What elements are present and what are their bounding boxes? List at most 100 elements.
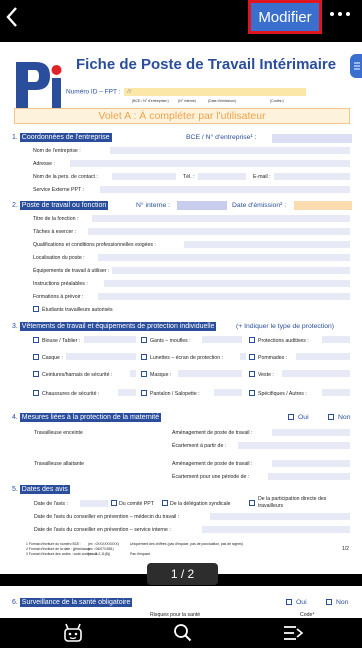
document-page-2[interactable]: 6. Surveillance de la santé obligatoire … bbox=[0, 586, 362, 618]
top-bar: Modifier bbox=[0, 0, 362, 36]
instructions-field[interactable] bbox=[104, 280, 350, 287]
footnote-2: 2 Format d'écriture de la date : jj/mm/a… bbox=[26, 547, 90, 551]
bce-field[interactable] bbox=[272, 134, 352, 143]
auditives-checkbox[interactable] bbox=[249, 337, 255, 343]
label-service: Date de l'avis du conseiller en préventi… bbox=[34, 527, 171, 533]
surveillance-oui-checkbox[interactable] bbox=[286, 599, 292, 605]
ecartement-partir-field[interactable] bbox=[238, 442, 350, 449]
veste-field[interactable] bbox=[282, 370, 350, 377]
label-nom-entreprise: Nom de l'entreprise : bbox=[33, 148, 81, 154]
masque-field[interactable] bbox=[178, 370, 242, 377]
label-qualifications: Qualifications et conditions professionn… bbox=[33, 242, 156, 248]
label-ceintures: Ceintures/harnais de sécurité : bbox=[42, 372, 113, 378]
label-allaitante: Travailleuse allaitante bbox=[34, 461, 84, 467]
more-dots-icon[interactable] bbox=[328, 4, 352, 30]
maternite-non-checkbox[interactable] bbox=[328, 414, 334, 420]
gants-field[interactable] bbox=[202, 336, 242, 343]
localisation-field[interactable] bbox=[98, 254, 350, 261]
section-3-header: 3. Vêtements de travail et équipements d… bbox=[12, 322, 217, 331]
label-medecin: Date de l'avis du conseiller en préventi… bbox=[34, 514, 180, 520]
label-gants: Gants – moufles : bbox=[150, 338, 191, 344]
chaussures-checkbox[interactable] bbox=[33, 390, 39, 396]
amenagement-2-field[interactable] bbox=[272, 460, 350, 467]
pommades-checkbox[interactable] bbox=[249, 354, 255, 360]
modify-button[interactable]: Modifier bbox=[248, 0, 322, 34]
label-equipements: Équipements de travail à utiliser : bbox=[33, 268, 110, 274]
formations-field[interactable] bbox=[98, 293, 350, 300]
label-enceinte: Travailleuse enceinte bbox=[34, 430, 83, 436]
contact-field[interactable] bbox=[112, 173, 176, 180]
lunettes-checkbox[interactable] bbox=[141, 354, 147, 360]
etudiants-checkbox[interactable] bbox=[33, 306, 39, 312]
blouse-checkbox[interactable] bbox=[33, 337, 39, 343]
date-emission-field[interactable] bbox=[294, 201, 352, 210]
date-avis-field[interactable] bbox=[80, 500, 108, 507]
qualifications-field[interactable] bbox=[184, 241, 350, 248]
medecin-field[interactable] bbox=[210, 513, 350, 520]
maternite-oui-checkbox[interactable] bbox=[288, 414, 294, 420]
blouse-field[interactable] bbox=[84, 336, 136, 343]
numero-id-field[interactable]: /// bbox=[124, 88, 307, 96]
label-directe: De la participation directe des travaill… bbox=[258, 496, 327, 509]
maternite-oui-label: Oui bbox=[298, 414, 309, 421]
bce-label: BCE / N° d'entreprise¹ : bbox=[186, 134, 257, 141]
label-adresse: Adresse : bbox=[33, 161, 55, 167]
gants-checkbox[interactable] bbox=[141, 337, 147, 343]
micro-label-date: (Date d'émission²) bbox=[208, 99, 237, 103]
menu-list-icon[interactable] bbox=[282, 623, 304, 643]
robot-icon[interactable] bbox=[62, 623, 84, 643]
ceintures-field[interactable] bbox=[130, 370, 136, 377]
label-casque: Casque : bbox=[42, 355, 63, 361]
document-page[interactable]: Fiche de Poste de Travail Intérimaire Nu… bbox=[0, 42, 362, 574]
titre-fonction-field[interactable] bbox=[92, 215, 350, 222]
equipements-field[interactable] bbox=[112, 267, 350, 274]
section-4-header: 4. Mesures liées à la protection de la m… bbox=[12, 413, 162, 422]
casque-field[interactable] bbox=[66, 353, 136, 360]
surveillance-non-label: Non bbox=[336, 599, 349, 606]
surveillance-non-checkbox[interactable] bbox=[326, 599, 332, 605]
surveillance-oui-label: Oui bbox=[296, 599, 307, 606]
chevron-left-icon[interactable] bbox=[4, 4, 28, 30]
ecartement-periode-field[interactable] bbox=[268, 473, 350, 480]
delegation-checkbox[interactable] bbox=[162, 500, 168, 506]
search-icon[interactable] bbox=[172, 623, 194, 643]
label-ecartement-partir: Écartement à partir de : bbox=[172, 443, 227, 449]
label-masque: Masque : bbox=[150, 372, 172, 378]
label-auditives: Protections auditives : bbox=[258, 338, 309, 344]
adresse-field[interactable] bbox=[70, 160, 350, 167]
page-number: 1/2 bbox=[342, 546, 349, 552]
auditives-field[interactable] bbox=[322, 336, 350, 343]
lunettes-field[interactable] bbox=[240, 353, 246, 360]
pommades-field[interactable] bbox=[296, 353, 350, 360]
label-blouse: Blouse / Tablier : bbox=[42, 338, 81, 344]
casque-checkbox[interactable] bbox=[33, 354, 39, 360]
cppt-checkbox[interactable] bbox=[111, 500, 117, 506]
footnote-1-note: Uniquement des chiffres (pas d'espace, p… bbox=[130, 542, 243, 546]
veste-checkbox[interactable] bbox=[249, 371, 255, 377]
tel-field[interactable] bbox=[198, 173, 246, 180]
pantalon-checkbox[interactable] bbox=[141, 390, 147, 396]
email-field[interactable] bbox=[274, 173, 350, 180]
amenagement-1-field[interactable] bbox=[272, 429, 350, 436]
interne-field[interactable] bbox=[177, 201, 227, 210]
nom-entreprise-field[interactable] bbox=[110, 147, 350, 154]
specifiques-field[interactable] bbox=[322, 389, 350, 396]
masque-checkbox[interactable] bbox=[141, 371, 147, 377]
label-pantalon: Pantalon / Salopette : bbox=[150, 391, 200, 397]
interne-label: N° interne : bbox=[136, 202, 171, 209]
directe-checkbox[interactable] bbox=[249, 500, 255, 506]
micro-label-interne: (N° interne) bbox=[178, 99, 196, 103]
label-localisation: Localisation du poste : bbox=[33, 255, 85, 261]
micro-label-bce: (BCE / N° d'entreprise¹) bbox=[132, 99, 169, 103]
specifiques-checkbox[interactable] bbox=[249, 390, 255, 396]
chaussures-field[interactable] bbox=[118, 389, 136, 396]
service-externe-field[interactable] bbox=[100, 186, 350, 193]
ceintures-checkbox[interactable] bbox=[33, 371, 39, 377]
footnote-3: 3 Format d'écriture des codes : code,cod… bbox=[26, 552, 98, 556]
footnote-3-example: (ex : 1,2,11(8)) bbox=[88, 552, 110, 556]
label-veste: Veste : bbox=[258, 372, 274, 378]
service-field[interactable] bbox=[202, 526, 350, 533]
taches-field[interactable] bbox=[88, 228, 350, 235]
pantalon-field[interactable] bbox=[214, 389, 242, 396]
side-menu-tab[interactable] bbox=[350, 54, 362, 78]
